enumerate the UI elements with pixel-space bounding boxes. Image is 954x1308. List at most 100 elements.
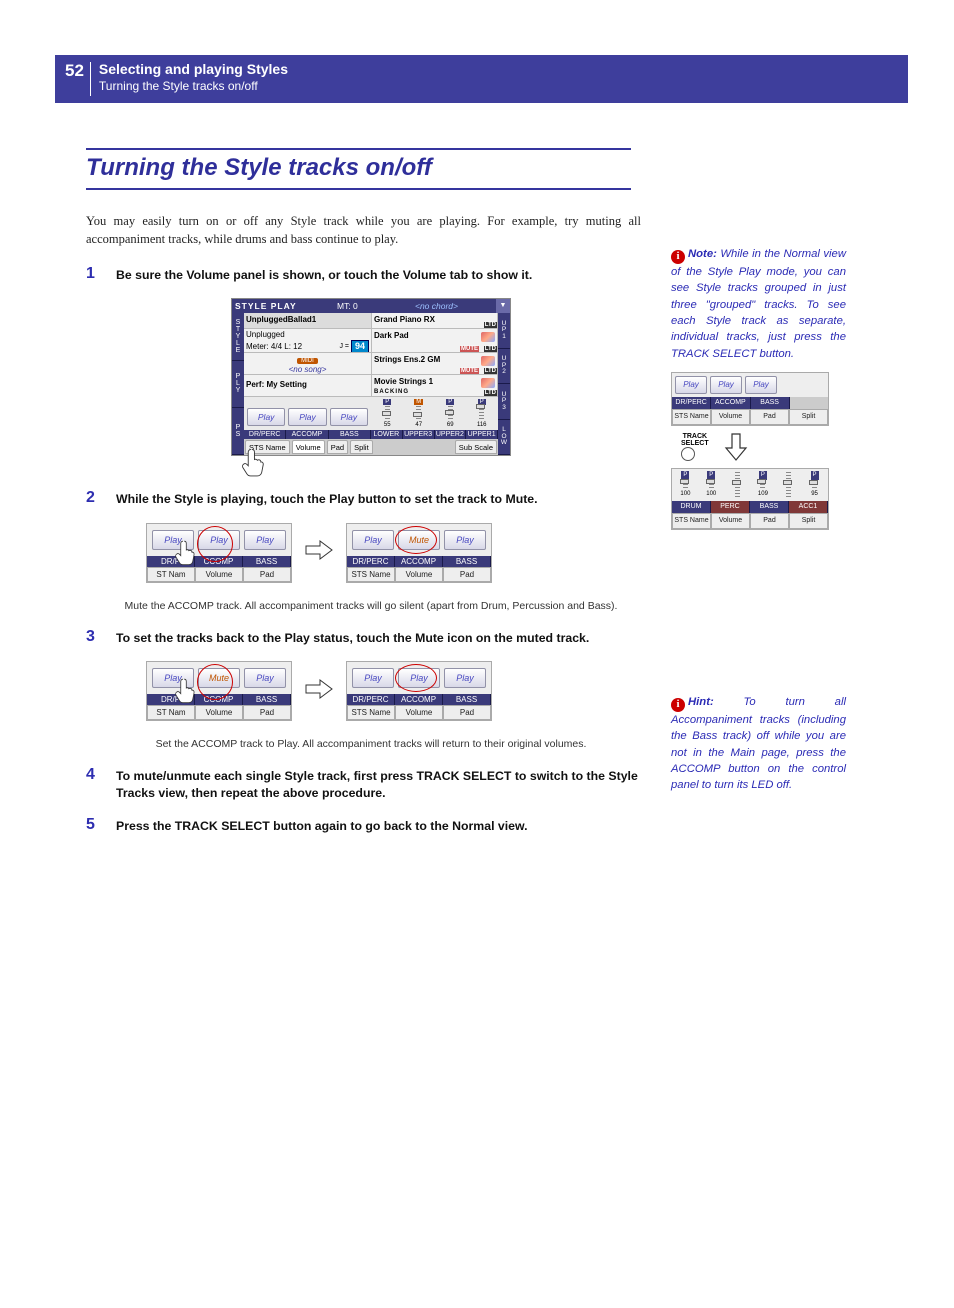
play-button[interactable]: Play [288, 408, 326, 426]
play-button[interactable]: Play [352, 668, 394, 688]
play-button[interactable]: Play [330, 408, 368, 426]
figure-caption: Mute the ACCOMP track. All accompaniment… [116, 599, 626, 613]
track-select-label: TRACKSELECT [681, 433, 709, 447]
play-button[interactable]: Play [675, 376, 707, 394]
tab[interactable]: Split [789, 409, 828, 425]
figure-caption: Set the ACCOMP track to Play. All accomp… [116, 737, 626, 751]
play-button[interactable]: Play [244, 530, 286, 550]
tab[interactable]: Pad [327, 440, 348, 454]
play-button[interactable]: Play [710, 376, 742, 394]
article-title: Turning the Style tracks on/off [86, 148, 631, 190]
tab-bar: STS Name Volume Pad Split Sub Scale [244, 439, 498, 455]
arrow-right-icon [296, 538, 342, 567]
perf-cell[interactable]: Perf: My Setting [244, 375, 372, 396]
side-panel-individual: P100 P100 P109 P95 DRUM PERC BASS ACC1 S… [671, 468, 829, 530]
right-tabs[interactable]: UP1 UP2 UP3 LOW [498, 313, 510, 455]
track-label: ACCOMP [286, 430, 328, 439]
mini-panel-after: Play Mute Play DR/PERC ACCOMP BASS STS N… [346, 523, 492, 583]
track-label: DR/PERC [672, 397, 711, 409]
play-button[interactable]: Play [352, 530, 394, 550]
header-titles: Selecting and playing Styles Turning the… [91, 61, 288, 94]
side-figure-grouped: Play Play Play DR/PERC ACCOMP BASS STS N… [671, 372, 846, 530]
touch-hand-icon [235, 446, 271, 474]
step-number: 5 [86, 817, 116, 835]
figure-mute-transition: Play Play Play DR/P CCOMP BASS ST Nam Vo… [146, 523, 908, 583]
step-text: While the Style is playing, touch the Pl… [116, 490, 538, 508]
play-button[interactable]: Play [745, 376, 777, 394]
side-panel-grouped: Play Play Play DR/PERC ACCOMP BASS STS N… [671, 372, 829, 426]
step-3: 3 To set the tracks back to the Play sta… [86, 629, 646, 647]
meter-cell: Unplugged Meter: 4/4 L: 12 J = 94 [244, 329, 372, 352]
chord-indicator: <no chord> [377, 301, 496, 311]
step-number: 1 [86, 266, 116, 284]
track-label: DRUM [672, 501, 711, 513]
info-icon: i [671, 250, 685, 264]
tab[interactable]: Volume [711, 409, 750, 425]
mini-panel-before: Play Play Play DR/P CCOMP BASS ST Nam Vo… [146, 523, 292, 583]
style-name[interactable]: UnpluggedBallad1 [244, 313, 372, 328]
tab[interactable]: Pad [750, 409, 789, 425]
song-cell: MIDI <no song> [244, 353, 372, 374]
step-4: 4 To mute/unmute each single Style track… [86, 767, 646, 802]
page-number: 52 [65, 62, 91, 96]
step-2: 2 While the Style is playing, touch the … [86, 490, 646, 508]
mute-button[interactable]: Mute [198, 668, 240, 688]
step-text: Press the TRACK SELECT button again to g… [116, 817, 528, 835]
page-header: 52 Selecting and playing Styles Turning … [55, 55, 908, 103]
mini-panel-before: Play Mute Play DR/P CCOMP BASS ST Nam Vo… [146, 661, 292, 721]
intro-paragraph: You may easily turn on or off any Style … [86, 212, 641, 248]
sound-cell[interactable]: Strings Ens.2 GMMUTELTD [372, 353, 498, 374]
mini-panel-after: Play Play Play DR/PERC ACCOMP BASS STS N… [346, 661, 492, 721]
tab-volume[interactable]: Volume [292, 440, 325, 454]
step-text: To mute/unmute each single Style track, … [116, 767, 646, 802]
mute-button[interactable]: Mute [398, 530, 440, 550]
sound-cell[interactable]: Movie Strings 1BACKINGLTD [372, 375, 498, 396]
track-label: BASS [329, 430, 371, 439]
track-select-button[interactable] [681, 447, 695, 461]
dropdown-icon[interactable]: ▼ [496, 299, 510, 313]
track-label: ACC1 [789, 501, 828, 513]
note-text: While in the Normal view of the Style Pl… [671, 248, 846, 360]
play-button[interactable]: Play [198, 530, 240, 550]
tempo-value[interactable]: 94 [351, 340, 369, 352]
track-label: BASS [751, 397, 790, 409]
play-button[interactable]: Play [247, 408, 285, 426]
tab[interactable]: Sub Scale [455, 440, 497, 454]
step-number: 2 [86, 490, 116, 508]
play-button[interactable]: Play [444, 668, 486, 688]
step-number: 3 [86, 629, 116, 647]
mt-indicator: MT: 0 [337, 301, 377, 311]
sound-cell[interactable]: Grand Piano RXLTD [372, 313, 498, 328]
step-number: 4 [86, 767, 116, 802]
step-5: 5 Press the TRACK SELECT button again to… [86, 817, 646, 835]
step-1: 1 Be sure the Volume panel is shown, or … [86, 266, 646, 284]
step-text: To set the tracks back to the Play statu… [116, 629, 589, 647]
touch-hand-icon [169, 538, 201, 575]
header-section-title: Selecting and playing Styles [99, 61, 288, 79]
style-play-panel: STYLE PLAY MT: 0 <no chord> ▼ STYLE PLY … [231, 298, 511, 456]
step-text: Be sure the Volume panel is shown, or to… [116, 266, 532, 284]
panel-title: STYLE PLAY [232, 301, 337, 311]
touch-hand-icon [169, 676, 201, 713]
header-subsection: Turning the Style tracks on/off [99, 79, 288, 94]
note-label: Note: [688, 248, 717, 260]
track-label: PERC [711, 501, 750, 513]
side-note-note: iNote: While in the Normal view of the S… [671, 246, 846, 536]
left-tabs[interactable]: STYLE PLY PS [232, 313, 244, 455]
play-button[interactable]: Play [444, 530, 486, 550]
track-label: UPPER1 [466, 430, 498, 439]
track-label: LOWER [371, 430, 403, 439]
play-button[interactable]: Play [244, 668, 286, 688]
figure-unmute-transition: Play Mute Play DR/P CCOMP BASS ST Nam Vo… [146, 661, 908, 721]
track-label: BASS [750, 501, 789, 513]
panel-titlebar: STYLE PLAY MT: 0 <no chord> ▼ [232, 299, 510, 313]
arrow-right-icon [296, 677, 342, 706]
tab[interactable]: STS Name [672, 409, 711, 425]
sound-cell[interactable]: Dark PadMUTELTD [372, 329, 498, 352]
arrow-down-icon [723, 432, 749, 462]
track-label: DR/PERC [244, 430, 286, 439]
tab[interactable]: Split [350, 440, 373, 454]
track-select-row: TRACKSELECT [681, 432, 846, 462]
track-label: ACCOMP [711, 397, 750, 409]
play-button[interactable]: Play [398, 668, 440, 688]
